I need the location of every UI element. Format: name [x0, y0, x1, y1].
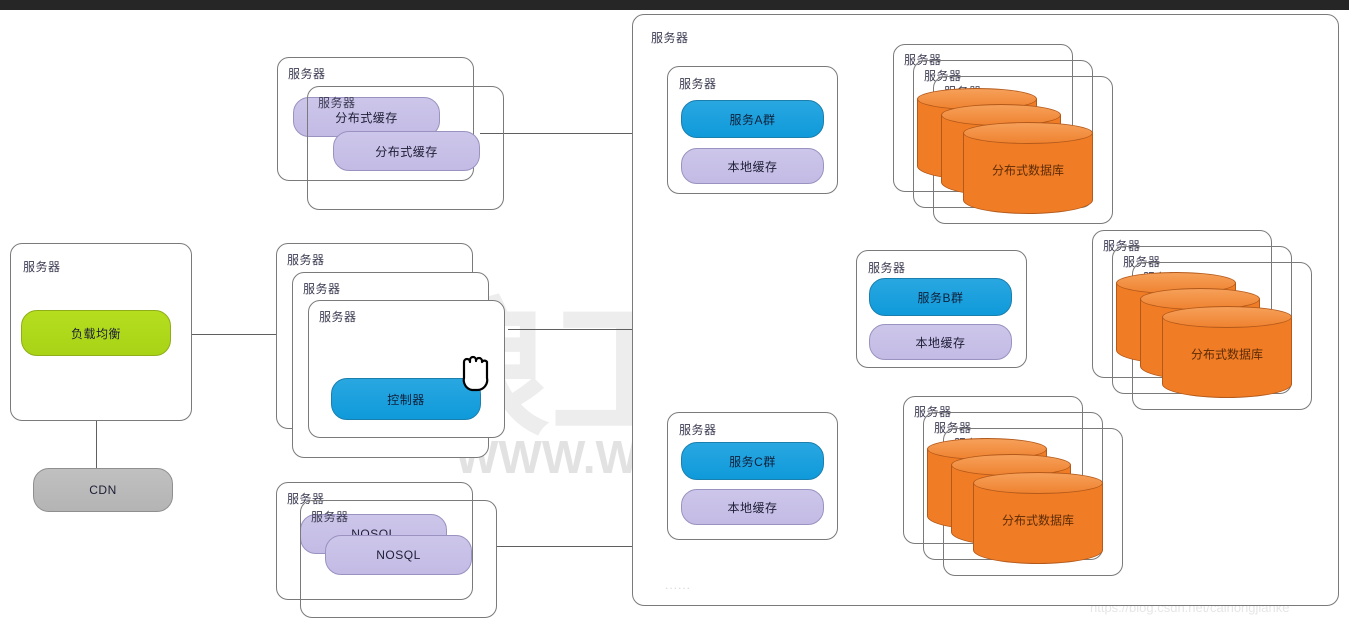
- cylinder-db-c-3[interactable]: 分布式数据库: [973, 472, 1103, 564]
- diagram-canvas: 狼工猫 WWW.WOLFCODE.CN https://blog.csdn.ne…: [0, 0, 1349, 626]
- server-label: 服务器: [303, 282, 341, 296]
- node-cdn[interactable]: CDN: [33, 468, 173, 512]
- node-service-c-local-cache[interactable]: 本地缓存: [681, 489, 824, 525]
- node-service-a-local-cache[interactable]: 本地缓存: [681, 148, 824, 184]
- server-label: 服务器: [288, 67, 326, 81]
- node-load-balancer[interactable]: 负载均衡: [21, 310, 171, 356]
- node-nosql-2[interactable]: NOSQL: [325, 535, 472, 575]
- server-label: 服务器: [318, 96, 356, 110]
- server-label: 服务器: [23, 260, 61, 274]
- server-label: 服务器: [319, 310, 357, 324]
- node-service-c-cluster[interactable]: 服务C群: [681, 442, 824, 480]
- main-container-label: 服务器: [651, 31, 689, 45]
- server-label: 服务器: [679, 423, 717, 437]
- ellipsis-text: ......: [665, 578, 692, 592]
- server-label: 服务器: [868, 261, 906, 275]
- db-label: 分布式数据库: [991, 163, 1064, 178]
- node-service-a-cluster[interactable]: 服务A群: [681, 100, 824, 138]
- top-bar: [0, 0, 1349, 10]
- server-label: 服务器: [287, 253, 325, 267]
- line-nosql-to-main: [496, 546, 632, 547]
- line-controller-to-main: [508, 329, 632, 330]
- db-label: 分布式数据库: [1001, 513, 1074, 528]
- node-service-b-local-cache[interactable]: 本地缓存: [869, 324, 1012, 360]
- db-label: 分布式数据库: [1190, 347, 1263, 362]
- line-lb-to-cdn: [96, 420, 97, 468]
- cylinder-db-a-3[interactable]: 分布式数据库: [963, 122, 1093, 214]
- hand-cursor-icon: [462, 355, 489, 392]
- node-distributed-cache-2[interactable]: 分布式缓存: [333, 131, 480, 171]
- node-service-b-cluster[interactable]: 服务B群: [869, 278, 1012, 316]
- cylinder-db-b-3[interactable]: 分布式数据库: [1162, 306, 1292, 398]
- server-label: 服务器: [679, 77, 717, 91]
- server-label: 服务器: [311, 510, 349, 524]
